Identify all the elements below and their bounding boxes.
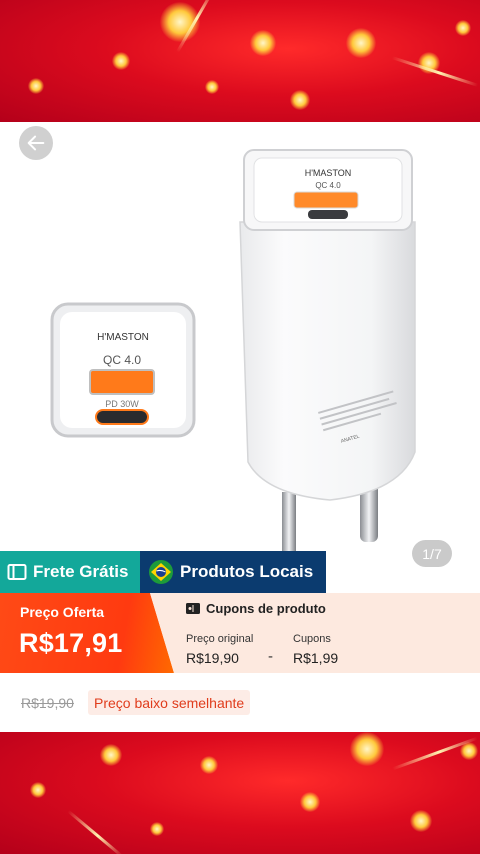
local-products-badge: Produtos Locais [140,551,326,593]
low-price-tag[interactable]: Preço baixo semelhante [88,690,251,715]
coupon-value: R$1,99 [293,650,339,666]
sparkle [300,792,320,812]
sparkle [112,52,130,70]
sparkle [30,782,46,798]
sparkle [28,78,44,94]
sparkle [250,30,276,56]
product-image[interactable]: H'MASTON QC 4.0 ANATEL H'MASTON QC 4.0 P… [0,122,480,552]
coupon-title[interactable]: Cupons de produto [186,601,326,616]
coupon-label: Cupons [293,633,331,645]
coupon-title-label: Cupons de produto [206,601,326,616]
local-products-label: Produtos Locais [180,562,314,581]
sparkle [350,732,384,766]
minus-separator: - [268,648,273,665]
sparkle [410,810,432,832]
sparkle [290,90,310,110]
brand-label-large: H'MASTON [97,332,149,343]
qc-label-small: QC 4.0 [315,181,341,190]
back-arrow-icon [27,135,45,151]
free-shipping-badge: Frete Grátis [0,551,140,593]
free-shipping-label: Frete Grátis [33,562,129,581]
brand-label-small: H'MASTON [305,168,352,178]
charger-large: H'MASTON QC 4.0 ANATEL [239,149,416,552]
sparkle [100,744,122,766]
sparkle [200,756,218,774]
brazil-flag-icon [148,559,174,585]
pd-label: PD 30W [105,399,139,409]
sparkle [346,28,376,58]
festive-banner-top [0,0,480,122]
sparkle [455,20,471,36]
sparkle [150,822,164,836]
original-price-value: R$19,90 [186,650,239,666]
offer-price: R$17,91 [19,628,123,658]
offer-label: Preço Oferta [20,604,105,620]
old-price: R$19,90 [21,695,74,711]
shipping-ticket-icon [7,563,27,581]
coupon-icon [186,603,200,614]
sparkle [205,80,219,94]
charger-small: H'MASTON QC 4.0 PD 30W [50,302,196,438]
back-button[interactable] [19,126,53,160]
original-price-label: Preço original [186,633,254,645]
qc-label-large: QC 4.0 [103,353,141,367]
image-counter: 1/7 [412,540,452,567]
sparkle-streak [67,809,123,854]
festive-banner-bottom [0,732,480,854]
